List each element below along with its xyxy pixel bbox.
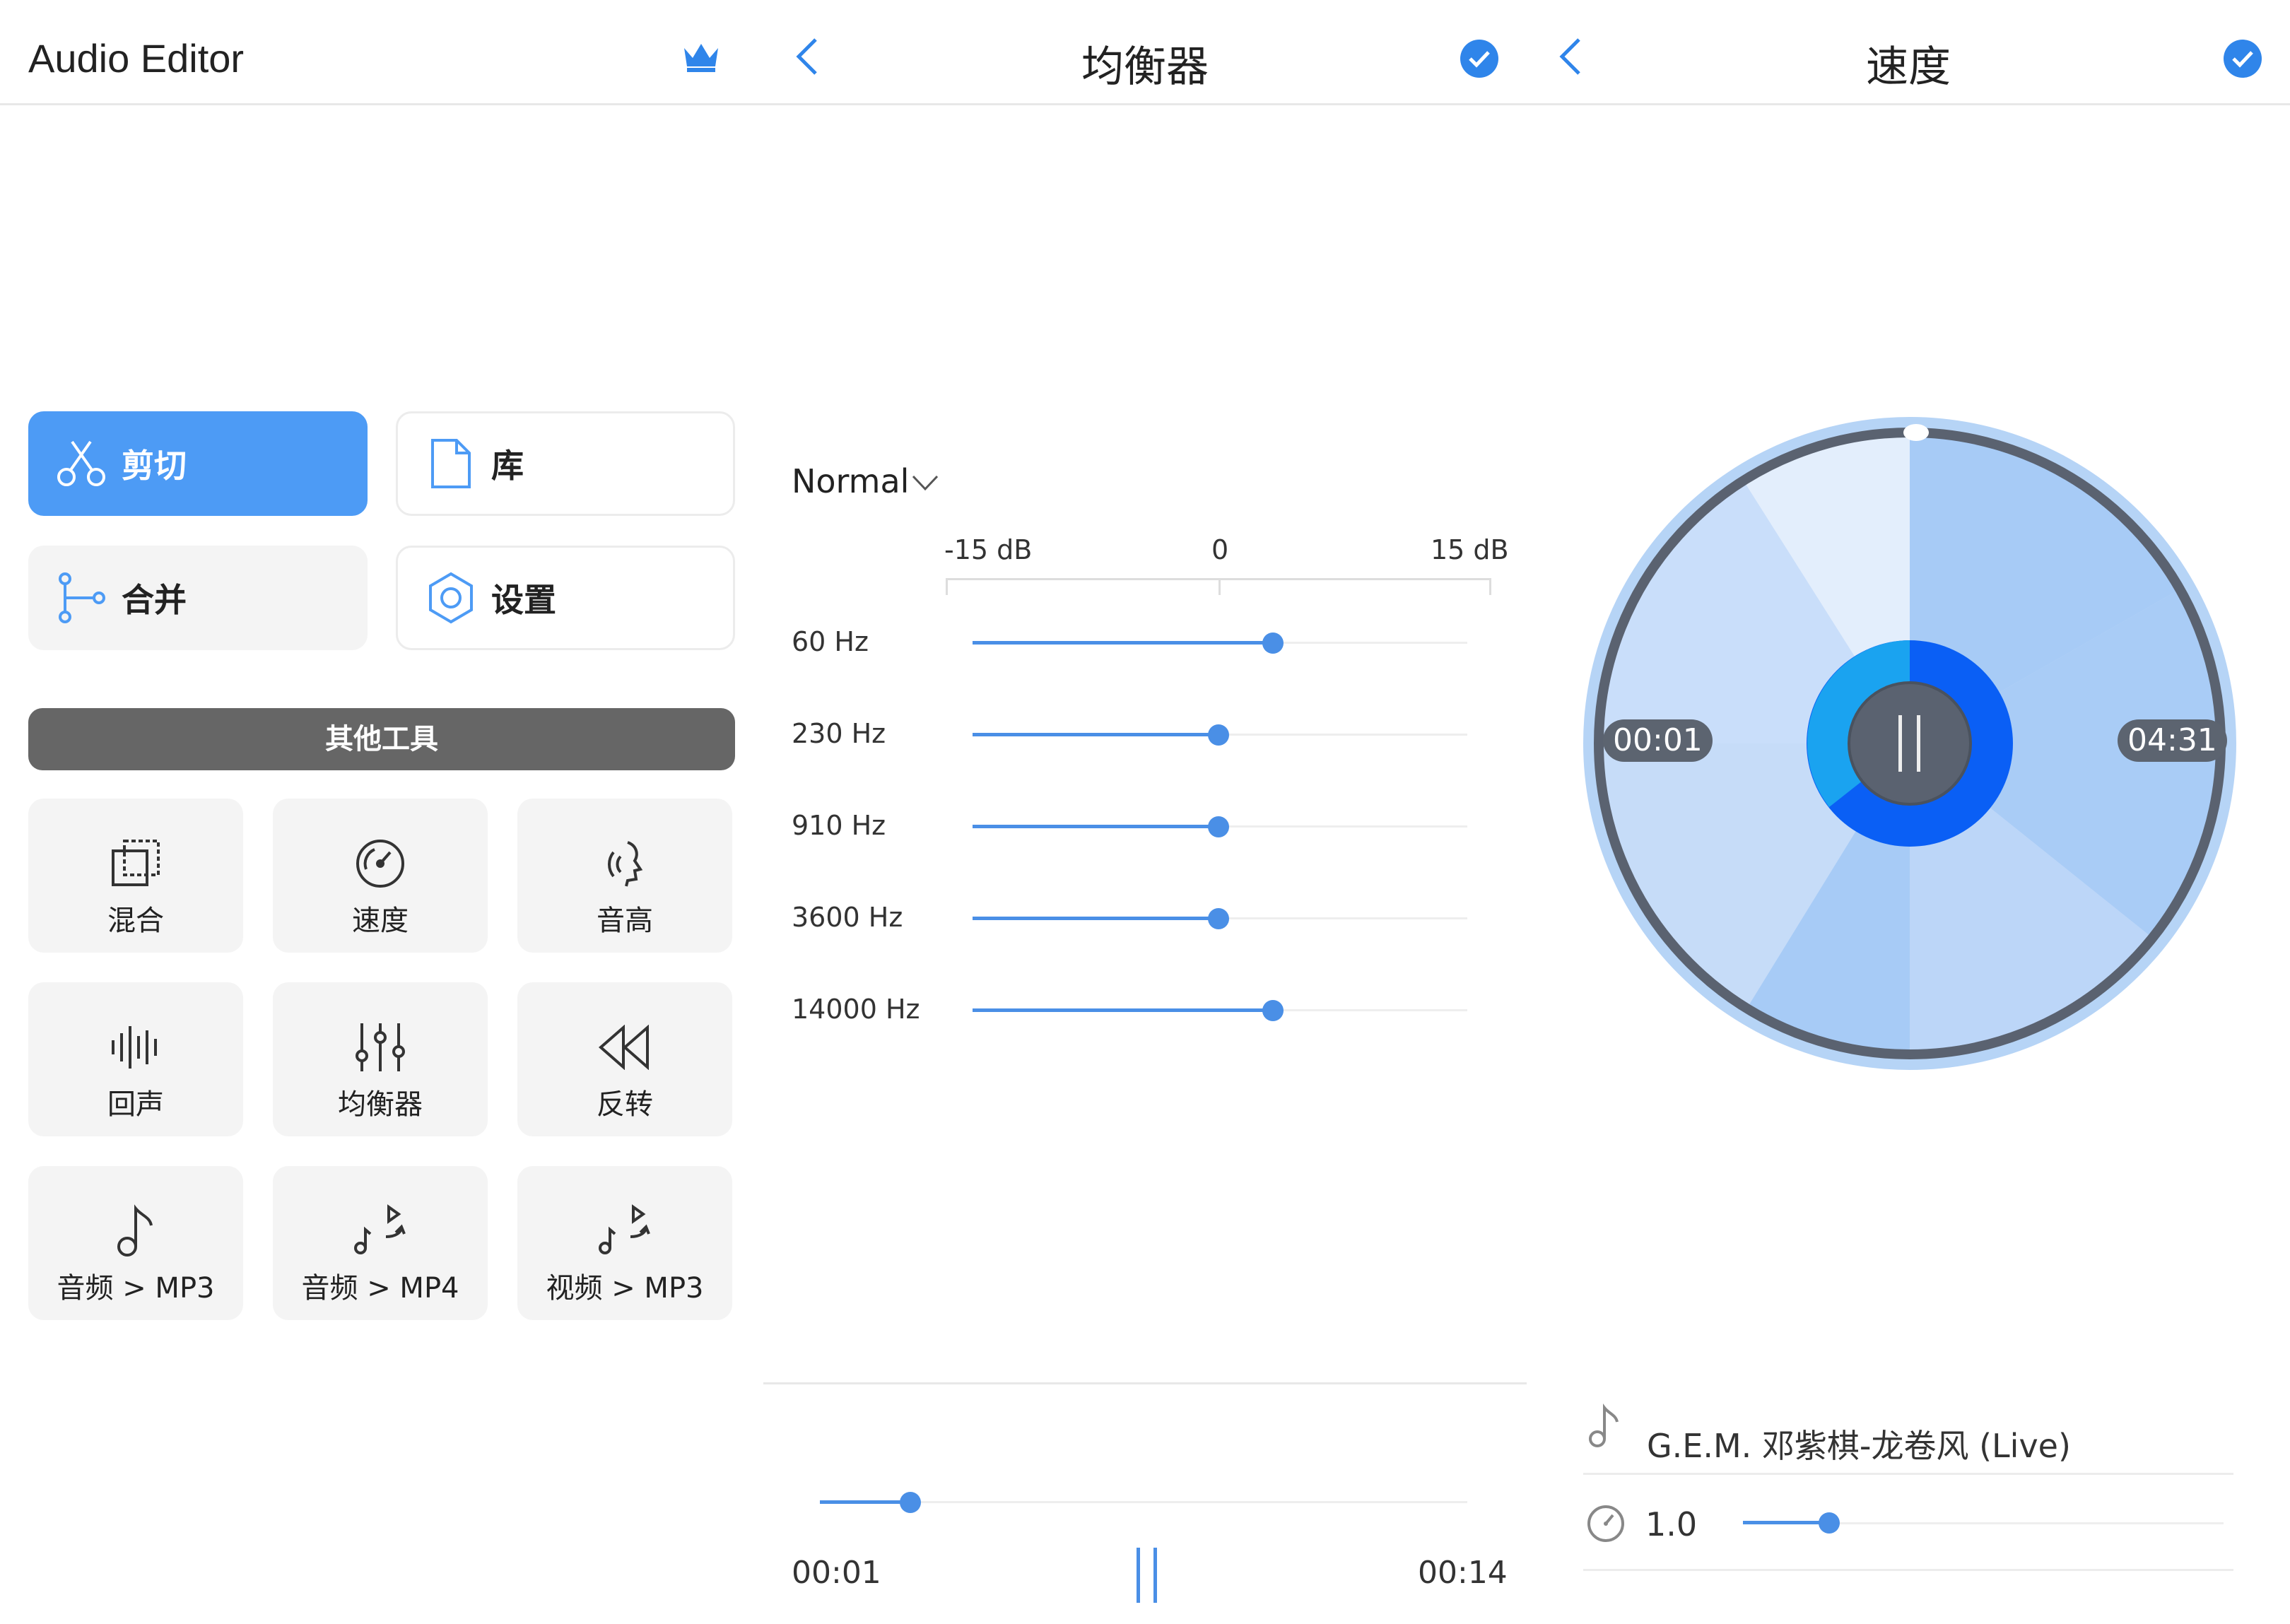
- tool-label: 音高: [597, 905, 653, 937]
- tool-equalizer[interactable]: 均衡器: [273, 982, 488, 1136]
- band-label: 14000 Hz: [792, 994, 920, 1025]
- speedometer-icon: [273, 835, 488, 892]
- page-title: 均衡器: [1081, 42, 1209, 92]
- settings-icon: [425, 572, 477, 624]
- tool-echo[interactable]: 回声: [28, 982, 243, 1136]
- preset-selector[interactable]: Normal: [792, 462, 909, 500]
- band-knob[interactable]: [1208, 908, 1229, 929]
- tool-label: 速度: [352, 905, 409, 937]
- pause-icon[interactable]: [1132, 1548, 1161, 1603]
- time-total: 00:14: [1418, 1555, 1508, 1591]
- page-title: 速度: [1866, 42, 1951, 92]
- pitch-icon: [517, 835, 732, 892]
- scale-max-label: 15 dB: [1431, 534, 1509, 565]
- equalizer-panel: 均衡器 Normal -15 dB 0 15 dB 60 Hz 230 Hz 910…: [763, 0, 1527, 1624]
- band-fill: [973, 641, 1273, 645]
- band-label: 3600 Hz: [792, 902, 903, 933]
- music-note-icon: [1589, 1404, 1619, 1447]
- tool-audio-to-mp3[interactable]: 音频 > MP3: [28, 1166, 243, 1320]
- merge-button[interactable]: 合并: [28, 546, 368, 650]
- band-label: 60 Hz: [792, 626, 869, 657]
- home-panel: Audio Editor 剪切 库 合并 设置 其他工具 混合 速度 音高 回声…: [0, 0, 763, 1624]
- band-knob[interactable]: [1208, 724, 1229, 746]
- tool-label: 反转: [597, 1088, 653, 1121]
- scale-tick: [1219, 578, 1221, 595]
- equalizer-icon: [273, 1019, 488, 1076]
- tool-speed[interactable]: 速度: [273, 799, 488, 953]
- home-header: Audio Editor: [0, 0, 763, 105]
- cut-button[interactable]: 剪切: [28, 411, 368, 516]
- song-title: G.E.M. 邓紫棋-龙卷风 (Live): [1647, 1427, 2071, 1465]
- scale-min-label: -15 dB: [944, 534, 1033, 565]
- tool-mix[interactable]: 混合: [28, 799, 243, 953]
- chevron-down-icon[interactable]: [910, 473, 940, 492]
- tool-label: 视频 > MP3: [546, 1272, 704, 1305]
- merge-icon: [55, 572, 107, 624]
- library-label: 库: [491, 447, 524, 485]
- band-knob[interactable]: [1208, 816, 1229, 837]
- band-fill: [973, 917, 1219, 920]
- crown-icon[interactable]: [681, 40, 721, 73]
- progress-fill: [820, 1500, 911, 1504]
- progress-knob[interactable]: [900, 1492, 922, 1513]
- band-label: 910 Hz: [792, 810, 886, 841]
- music-note-icon: [28, 1203, 243, 1259]
- settings-label: 设置: [491, 581, 556, 619]
- scale-tick: [1489, 578, 1491, 595]
- player-divider: [763, 1382, 1527, 1384]
- video-to-music-icon: [517, 1203, 732, 1259]
- tool-label: 均衡器: [338, 1088, 423, 1121]
- speed-value: 1.0: [1645, 1505, 1698, 1543]
- tool-label: 音频 > MP3: [57, 1272, 215, 1305]
- other-tools-header: 其他工具: [28, 708, 735, 770]
- band-fill: [973, 1008, 1273, 1012]
- mix-icon: [28, 835, 243, 892]
- confirm-check-icon[interactable]: [1460, 40, 1498, 78]
- band-fill: [973, 733, 1219, 736]
- confirm-check-icon[interactable]: [2224, 40, 2262, 78]
- scale-tick: [946, 578, 948, 595]
- library-button[interactable]: 库: [396, 411, 735, 516]
- cut-label: 剪切: [122, 447, 187, 485]
- echo-icon: [28, 1019, 243, 1076]
- tool-reverse[interactable]: 反转: [517, 982, 732, 1136]
- file-icon: [425, 437, 477, 490]
- speed-header: 速度: [1527, 0, 2290, 105]
- time-current: 00:01: [1603, 719, 1713, 762]
- time-total: 04:31: [2118, 719, 2227, 762]
- band-label: 230 Hz: [792, 718, 886, 749]
- scale-mid-label: 0: [1211, 534, 1229, 565]
- band-fill: [973, 825, 1219, 828]
- tool-label: 混合: [107, 905, 164, 937]
- music-to-video-icon: [273, 1203, 488, 1259]
- band-knob[interactable]: [1262, 1000, 1284, 1021]
- equalizer-header: 均衡器: [763, 0, 1527, 105]
- band-knob[interactable]: [1262, 632, 1284, 654]
- tool-pitch[interactable]: 音高: [517, 799, 732, 953]
- reverse-icon: [517, 1019, 732, 1076]
- time-current: 00:01: [792, 1555, 881, 1591]
- tool-video-to-mp3[interactable]: 视频 > MP3: [517, 1166, 732, 1320]
- tool-label: 音频 > MP4: [301, 1272, 459, 1305]
- speed-fill: [1743, 1521, 1830, 1524]
- tool-label: 回声: [107, 1088, 164, 1121]
- speed-panel: 速度 00:01 04:31 G.E.M. 邓紫棋-龙卷风 (Live) 1.0: [1527, 0, 2290, 1624]
- app-title: Audio Editor: [28, 36, 245, 81]
- merge-label: 合并: [122, 581, 187, 619]
- settings-button[interactable]: 设置: [396, 546, 735, 650]
- scissors-icon: [55, 437, 107, 490]
- tool-audio-to-mp4[interactable]: 音频 > MP4: [273, 1166, 488, 1320]
- speedometer-icon: [1587, 1505, 1624, 1542]
